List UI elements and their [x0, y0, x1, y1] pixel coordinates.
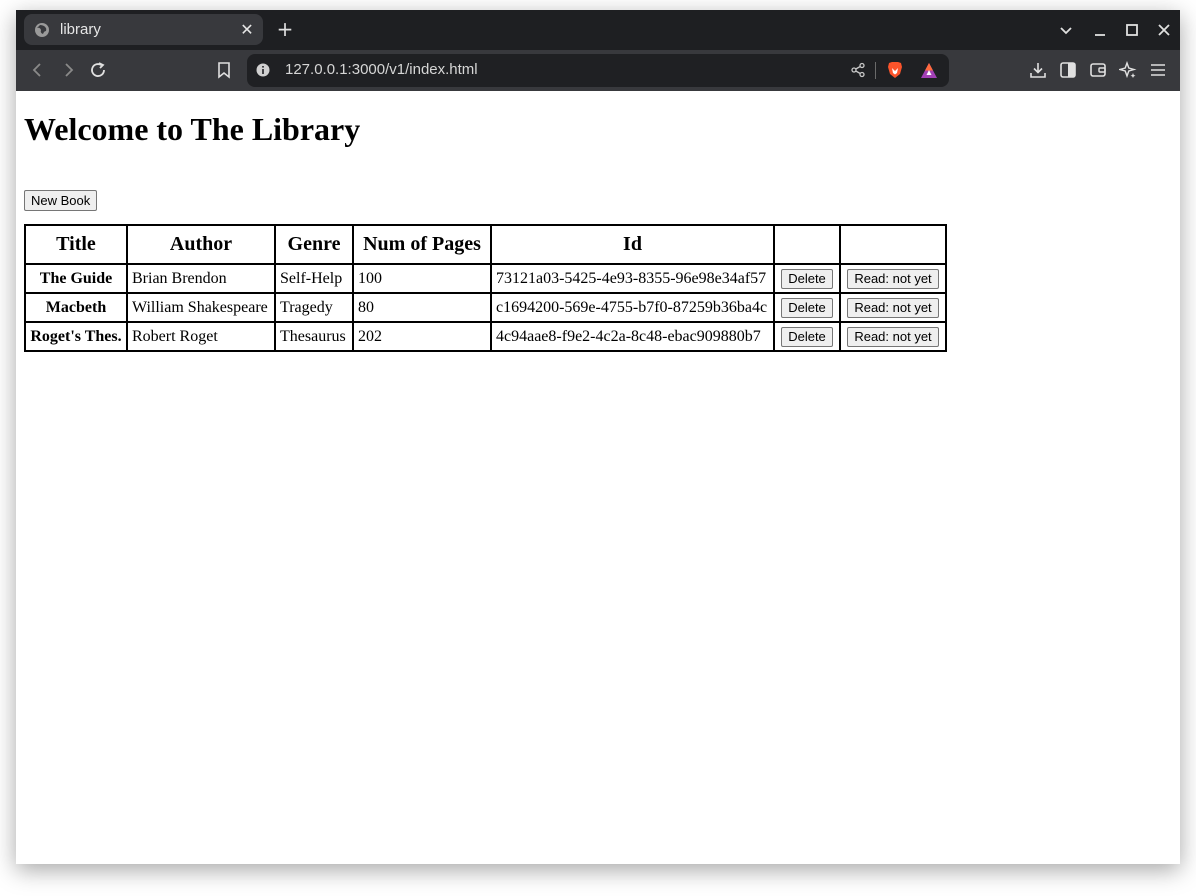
wallet-icon[interactable] — [1086, 58, 1110, 82]
sparkle-icon[interactable] — [1116, 58, 1140, 82]
new-book-button[interactable]: New Book — [24, 190, 98, 211]
tab-library[interactable]: library ✕ — [24, 14, 263, 45]
hamburger-menu-icon[interactable] — [1146, 58, 1170, 82]
table-row: Macbeth William Shakespeare Tragedy 80 c… — [24, 292, 947, 323]
bookmark-icon[interactable] — [212, 58, 236, 82]
table-row: Roget's Thes. Robert Roget Thesaurus 202… — [24, 321, 947, 352]
minimize-icon[interactable] — [1088, 18, 1112, 42]
column-header-read — [839, 224, 947, 265]
address-bar[interactable]: 127.0.0.1:3000/v1/index.html — [247, 54, 949, 87]
delete-button[interactable]: Delete — [781, 268, 833, 289]
book-author: Brian Brendon — [126, 263, 276, 294]
brave-rewards-icon[interactable] — [919, 61, 939, 81]
delete-button[interactable]: Delete — [781, 297, 833, 318]
book-pages: 80 — [352, 292, 492, 323]
column-header-author: Author — [126, 224, 276, 265]
brave-lion-icon[interactable] — [885, 60, 905, 80]
book-id: 4c94aae8-f9e2-4c2a-8c48-ebac909880b7 — [490, 321, 775, 352]
back-arrow-icon[interactable] — [26, 58, 50, 82]
table-row: The Guide Brian Brendon Self-Help 100 73… — [24, 263, 947, 294]
table-header-row: Title Author Genre Num of Pages Id — [24, 224, 947, 265]
book-id: c1694200-569e-4755-b7f0-87259b36ba4c — [490, 292, 775, 323]
share-icon[interactable] — [850, 62, 866, 78]
delete-cell: Delete — [773, 263, 841, 294]
book-title: Macbeth — [24, 292, 128, 323]
column-header-title: Title — [24, 224, 128, 265]
tab-close-icon[interactable]: ✕ — [235, 18, 259, 42]
maximize-icon[interactable] — [1120, 18, 1144, 42]
book-pages: 202 — [352, 321, 492, 352]
globe-icon — [35, 22, 49, 37]
column-header-id: Id — [490, 224, 775, 265]
column-header-delete — [773, 224, 841, 265]
read-cell: Read: not yet — [839, 321, 947, 352]
read-cell: Read: not yet — [839, 263, 947, 294]
page-title: Welcome to The Library — [24, 111, 361, 147]
book-id: 73121a03-5425-4e93-8355-96e98e34af57 — [490, 263, 775, 294]
forward-arrow-icon[interactable] — [56, 58, 80, 82]
book-author: William Shakespeare — [126, 292, 276, 323]
book-title: The Guide — [24, 263, 128, 294]
delete-cell: Delete — [773, 321, 841, 352]
book-author: Robert Roget — [126, 321, 276, 352]
close-icon[interactable] — [1152, 18, 1176, 42]
page-content: Welcome to The Library New Book Title Au… — [16, 91, 1180, 864]
browser-window: library ✕ + 127.0.0.1:3000/v1/index.html… — [16, 10, 1180, 864]
read-status-button[interactable]: Read: not yet — [847, 326, 939, 347]
book-genre: Self-Help — [274, 263, 354, 294]
read-cell: Read: not yet — [839, 292, 947, 323]
book-pages: 100 — [352, 263, 492, 294]
browser-toolbar: 127.0.0.1:3000/v1/index.html — [16, 50, 1180, 91]
delete-button[interactable]: Delete — [781, 326, 833, 347]
book-genre: Thesaurus — [274, 321, 354, 352]
new-tab-button[interactable]: + — [274, 17, 296, 41]
sidebar-icon[interactable] — [1056, 58, 1080, 82]
tab-strip: library ✕ + — [16, 10, 1180, 50]
tab-title: library — [60, 21, 101, 38]
chevron-down-icon[interactable] — [1054, 18, 1078, 42]
column-header-genre: Genre — [274, 224, 354, 265]
info-icon[interactable] — [255, 62, 271, 78]
book-title: Roget's Thes. — [24, 321, 128, 352]
read-status-button[interactable]: Read: not yet — [847, 297, 939, 318]
read-status-button[interactable]: Read: not yet — [847, 268, 939, 289]
reload-icon[interactable] — [86, 58, 110, 82]
column-header-num-pages: Num of Pages — [352, 224, 492, 265]
divider — [875, 62, 876, 79]
url-text[interactable]: 127.0.0.1:3000/v1/index.html — [285, 61, 478, 78]
book-genre: Tragedy — [274, 292, 354, 323]
delete-cell: Delete — [773, 292, 841, 323]
download-icon[interactable] — [1026, 58, 1050, 82]
books-table: Title Author Genre Num of Pages Id The G… — [24, 224, 947, 352]
